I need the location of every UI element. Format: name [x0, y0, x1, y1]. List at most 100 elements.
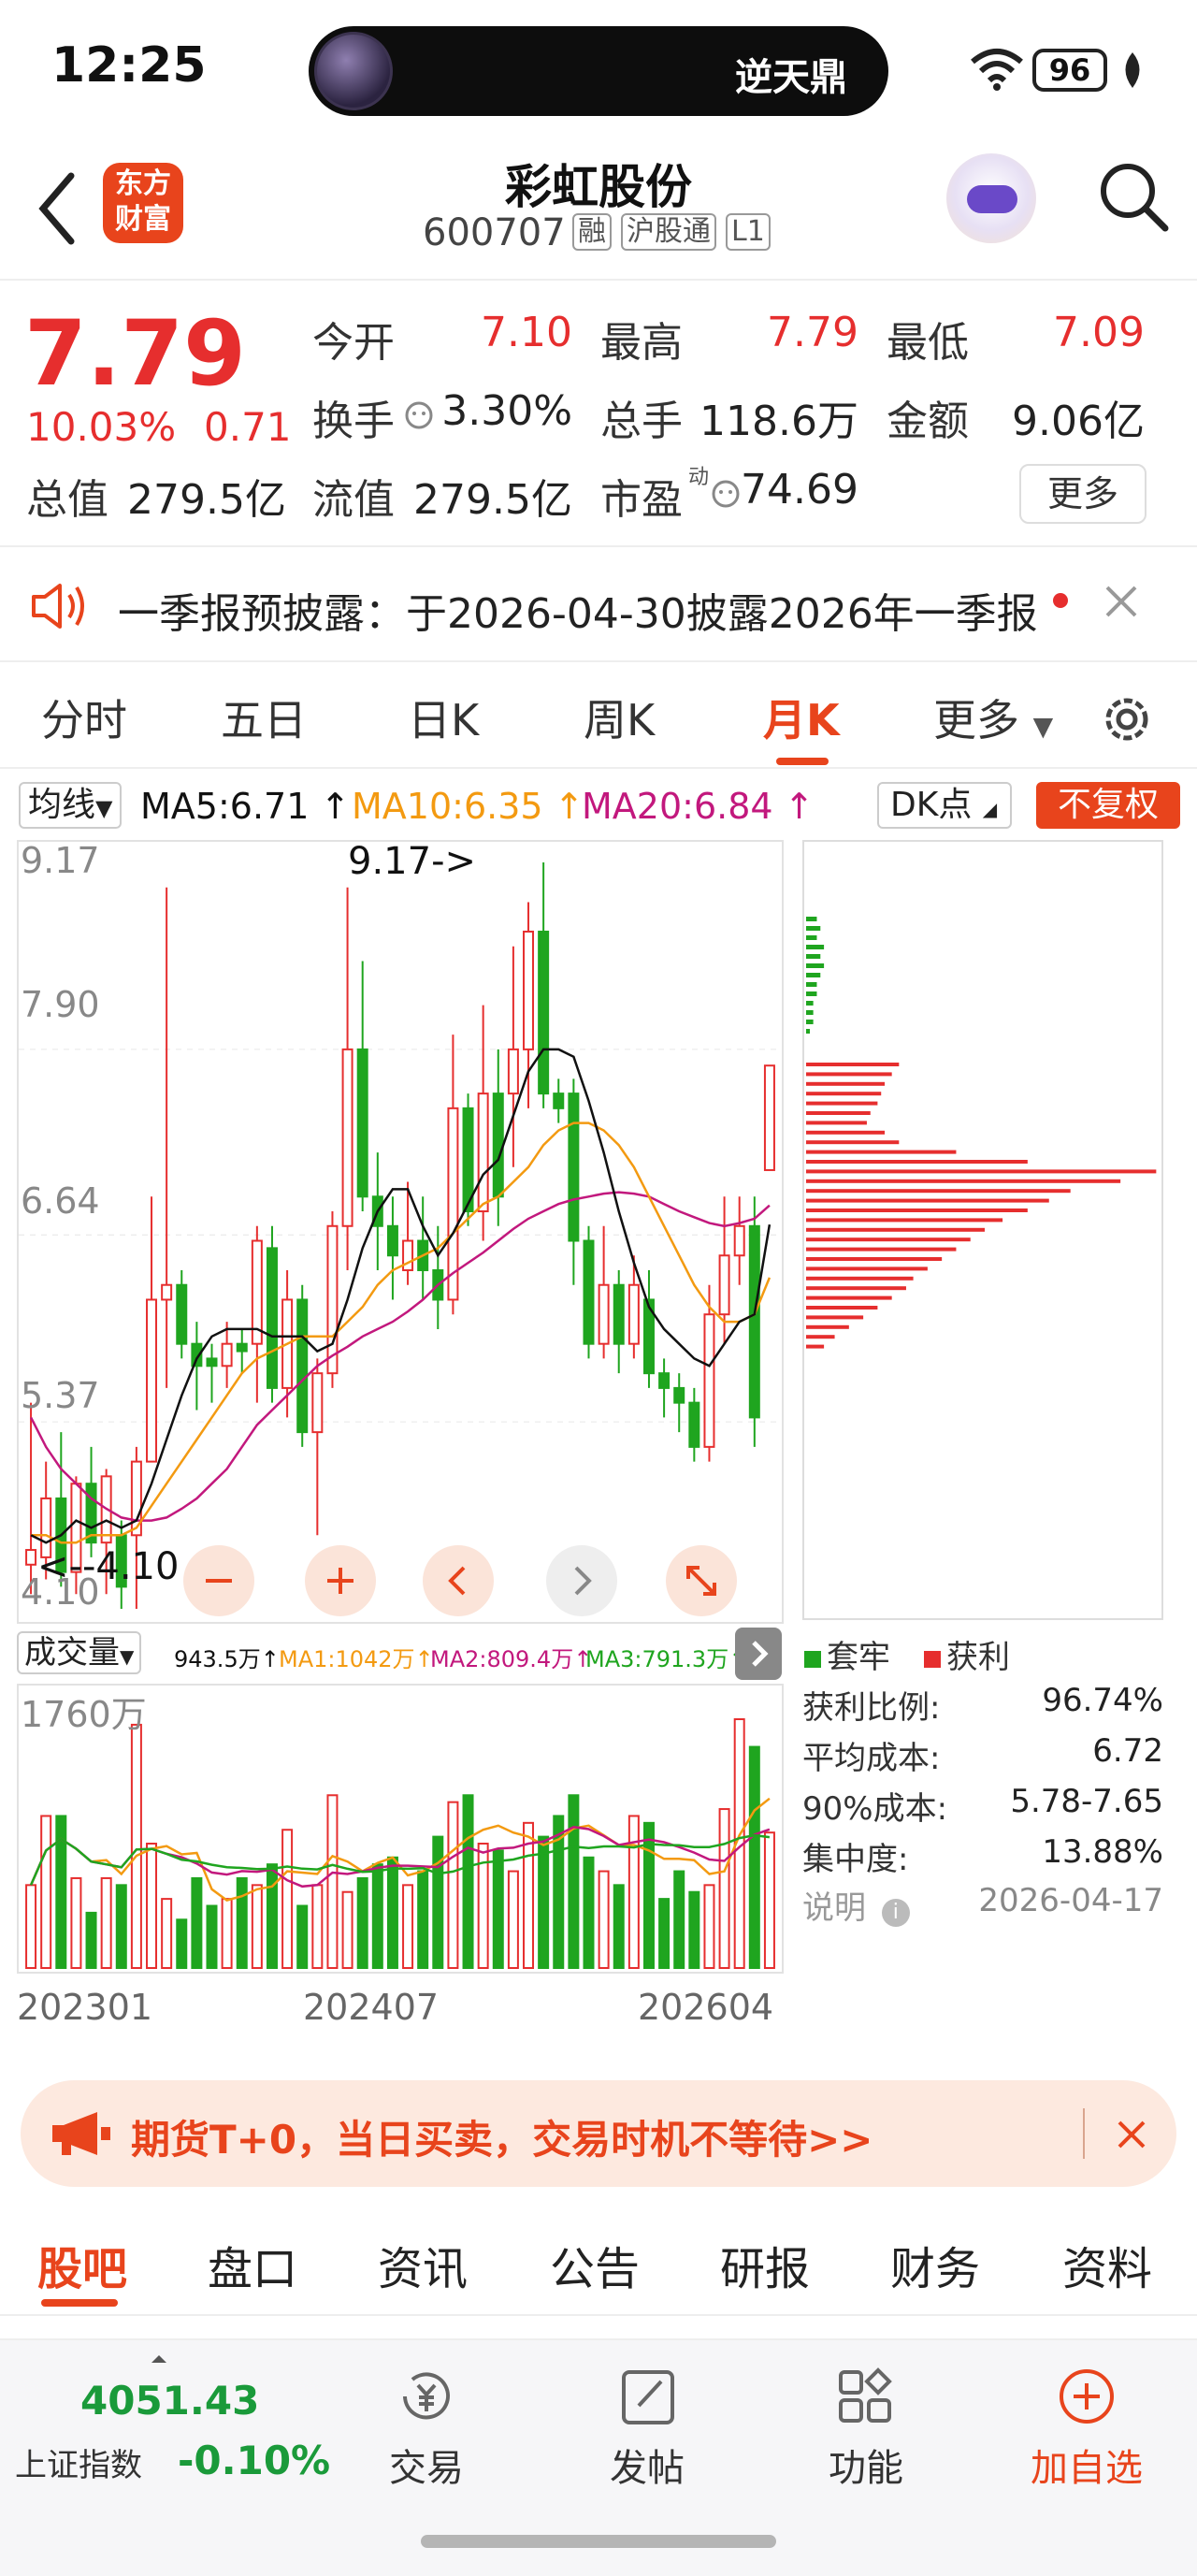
tab-news[interactable]: 资讯	[378, 2232, 468, 2297]
volume-bar	[718, 1808, 730, 1969]
volume-max-label: 1760万	[21, 1694, 147, 1735]
status-bar: 12:25 逆天鼎 96	[0, 0, 1197, 140]
close-icon[interactable]	[1115, 2118, 1148, 2151]
chip-note-text: 说明	[802, 1889, 866, 1927]
chip-bar-profit	[806, 1081, 886, 1086]
vol-ma2-text: MA2:809.4万	[430, 1646, 574, 1672]
trade-button[interactable]: 交易	[361, 2366, 492, 2492]
chevron-right-icon	[752, 1641, 769, 1667]
volume-bar	[688, 1890, 700, 1970]
ai-assistant-icon[interactable]	[946, 153, 1036, 243]
function-button[interactable]: 功能	[800, 2366, 931, 2492]
volume-select[interactable]: 成交量▼	[17, 1631, 142, 1674]
zoom-in-button[interactable]	[305, 1545, 376, 1616]
info-face-icon[interactable]	[404, 400, 434, 430]
tab-intraday[interactable]: 分时	[41, 687, 127, 748]
futures-promo-banner[interactable]: 期货T+0，当日买卖，交易时机不等待>>	[21, 2080, 1176, 2187]
chip-bar-profit	[806, 1072, 892, 1077]
chip-distribution-chart[interactable]	[802, 840, 1163, 1620]
adjust-toggle-button[interactable]: 不复权	[1036, 782, 1180, 829]
volume-bar	[673, 1870, 685, 1969]
volume-select-label: 成交量	[24, 1634, 120, 1672]
scroll-left-button[interactable]	[423, 1545, 494, 1616]
pe-superscript: 动	[688, 466, 710, 489]
more-quote-button[interactable]: 更多	[1019, 464, 1147, 524]
volume-more-button[interactable]	[735, 1628, 782, 1680]
chevron-left-icon	[448, 1566, 466, 1596]
tab-monthly-k[interactable]: 月K	[763, 687, 840, 748]
chip-bar-profit	[806, 1286, 906, 1291]
active-tab-indicator	[776, 758, 829, 765]
ma10-text: MA10:6.35	[352, 786, 543, 827]
candle-body	[161, 1283, 173, 1301]
indicator-select[interactable]: 均线▼	[19, 782, 123, 829]
tab-more-label: 更多	[933, 695, 1019, 745]
sh-index-name: 上证指数	[15, 2447, 142, 2484]
tab-order-book[interactable]: 盘口	[208, 2232, 297, 2297]
dk-select[interactable]: DK点 ◢	[877, 782, 1012, 829]
zoom-out-button[interactable]	[183, 1545, 254, 1616]
profit-ratio-label: 获利比例:	[802, 1689, 941, 1727]
stock-detail-screen: 12:25 逆天鼎 96 东方 财富 彩虹股份 600707 融 沪股通 L1	[0, 0, 1197, 2576]
high-value: 7.79	[767, 309, 858, 356]
close-icon[interactable]	[1102, 582, 1141, 621]
chip-bar-profit	[806, 1306, 878, 1310]
indicator-select-label: 均线	[28, 786, 96, 824]
tab-weekly-k[interactable]: 周K	[584, 687, 655, 748]
tab-guba[interactable]: 股吧	[37, 2232, 127, 2297]
chip-bar-trapped	[806, 1010, 814, 1015]
candle-body	[583, 1239, 595, 1345]
volume-bar	[447, 1801, 459, 1969]
add-watchlist-label: 加自选	[1031, 2447, 1143, 2490]
dynamic-island[interactable]: 逆天鼎	[309, 26, 888, 116]
island-text: 逆天鼎	[735, 56, 847, 99]
tab-daily-k[interactable]: 日K	[408, 687, 479, 748]
chip-bar-trapped	[806, 917, 817, 921]
vol-ma3-text: MA3:791.3万	[585, 1646, 729, 1672]
tab-research[interactable]: 研报	[720, 2232, 810, 2297]
low-label: 最低	[887, 319, 969, 367]
tab-more[interactable]: 更多 ▼	[933, 687, 1053, 748]
add-watchlist-button[interactable]: 加自选	[1021, 2366, 1152, 2492]
kline-chart[interactable]	[17, 840, 784, 1624]
chip-note-link[interactable]: 说明 i	[802, 1882, 910, 1928]
volume-bar	[703, 1884, 715, 1969]
volume-bar	[402, 1884, 414, 1969]
chip-bar-profit	[806, 1218, 1003, 1223]
legend-profit-text: 获利	[946, 1639, 1010, 1676]
chevron-right-icon	[574, 1566, 592, 1596]
tab-announcements[interactable]: 公告	[550, 2232, 640, 2297]
tab-financials[interactable]: 财务	[890, 2232, 980, 2297]
x-tick-end: 202604	[638, 1987, 774, 2028]
caret-up-icon[interactable]	[150, 2353, 168, 2365]
chip-bar-profit	[806, 1315, 864, 1320]
tab-profile[interactable]: 资料	[1062, 2232, 1152, 2297]
vol-ma1: MA1:1042万↑	[279, 1646, 434, 1672]
candle-body	[748, 1224, 760, 1419]
promo-separator	[1083, 2108, 1085, 2159]
home-indicator[interactable]	[421, 2535, 776, 2548]
candle-body	[206, 1357, 218, 1368]
search-icon[interactable]	[1096, 159, 1171, 234]
chip-bar-trapped	[806, 991, 817, 996]
vol-ma1-text: MA1:1042万	[279, 1646, 415, 1672]
mcap-label: 总值	[26, 476, 108, 524]
notice-banner[interactable]: 一季报预披露：于2026-04-30披露2026年一季报	[0, 552, 1197, 662]
volume-bar	[583, 1856, 595, 1969]
stock-name: 彩虹股份	[505, 160, 692, 214]
candle-body	[658, 1372, 671, 1389]
post-button[interactable]: 发帖	[582, 2366, 713, 2492]
gear-icon[interactable]	[1098, 690, 1156, 748]
chip-bar-profit	[806, 1092, 882, 1096]
volume-bar	[341, 1890, 353, 1970]
back-arrow-icon[interactable]	[34, 166, 80, 251]
function-label: 功能	[829, 2447, 903, 2490]
y-tick-3: 6.64	[21, 1180, 100, 1222]
pe-info-icon[interactable]	[711, 479, 741, 509]
candle-body	[25, 1549, 37, 1566]
tab-five-day[interactable]: 五日	[221, 687, 307, 748]
scroll-right-button[interactable]	[546, 1545, 617, 1616]
fullscreen-button[interactable]	[666, 1545, 737, 1616]
sh-index-value[interactable]: 4051.43	[80, 2378, 259, 2424]
pe-value: 74.69	[741, 466, 858, 514]
